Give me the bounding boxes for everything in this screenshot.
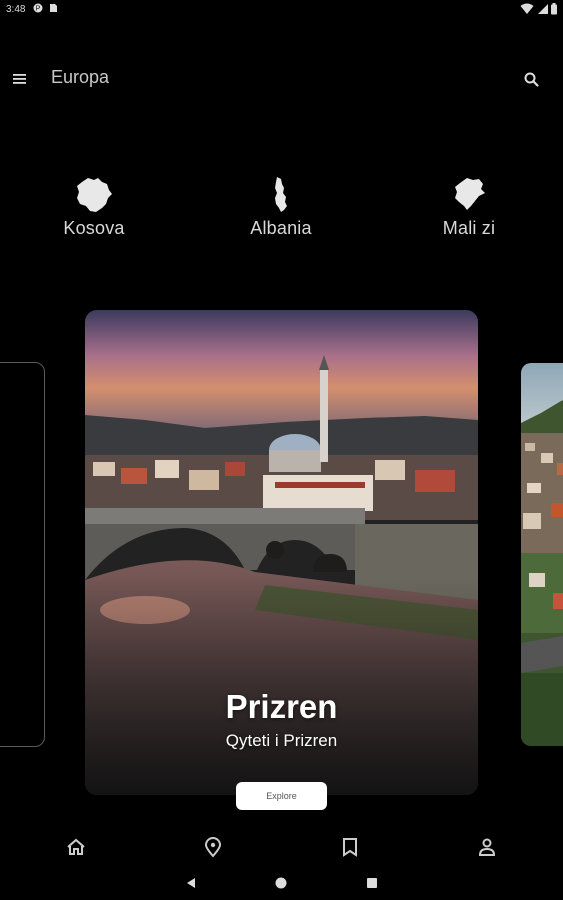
location-icon[interactable] bbox=[202, 836, 224, 858]
country-kosova[interactable]: Kosova bbox=[39, 176, 149, 239]
status-time: 3:48 bbox=[6, 4, 26, 15]
profile-icon[interactable] bbox=[476, 836, 498, 858]
country-mali-zi[interactable]: Mali zi bbox=[414, 176, 524, 239]
home-icon[interactable] bbox=[65, 836, 87, 858]
bottom-navigation bbox=[0, 826, 563, 866]
sim-icon bbox=[50, 4, 57, 12]
country-label: Albania bbox=[250, 218, 312, 238]
next-card-image bbox=[521, 363, 563, 746]
montenegro-map-icon bbox=[455, 178, 485, 210]
next-card[interactable] bbox=[521, 363, 563, 746]
wifi-icon bbox=[520, 3, 534, 14]
search-icon[interactable] bbox=[520, 68, 544, 92]
bookmark-icon[interactable] bbox=[339, 836, 361, 858]
country-label: Mali zi bbox=[442, 218, 496, 238]
country-label: Kosova bbox=[63, 218, 125, 238]
featured-card-prizren[interactable]: Prizren Qyteti i Prizren bbox=[85, 310, 478, 795]
card-title: Prizren bbox=[225, 688, 338, 725]
menu-icon[interactable] bbox=[10, 69, 30, 89]
app-title: Europa bbox=[51, 67, 110, 87]
explore-button[interactable]: Explore bbox=[236, 782, 327, 810]
recents-icon[interactable] bbox=[366, 877, 378, 889]
svg-text:P: P bbox=[36, 6, 41, 13]
previous-card[interactable] bbox=[0, 362, 45, 747]
country-albania[interactable]: Albania bbox=[226, 176, 336, 239]
albania-map-icon bbox=[275, 177, 287, 212]
back-icon[interactable] bbox=[185, 877, 197, 889]
signal-icon bbox=[538, 4, 548, 14]
status-bar: 3:48 P bbox=[0, 0, 563, 22]
home-circle-icon[interactable] bbox=[275, 877, 287, 889]
battery-icon bbox=[551, 3, 557, 15]
kosovo-map-icon bbox=[77, 178, 112, 212]
app-bar: Europa bbox=[0, 56, 563, 102]
notification-icon: P bbox=[33, 3, 43, 13]
system-navigation bbox=[0, 870, 563, 900]
card-subtitle: Qyteti i Prizren bbox=[225, 731, 338, 750]
